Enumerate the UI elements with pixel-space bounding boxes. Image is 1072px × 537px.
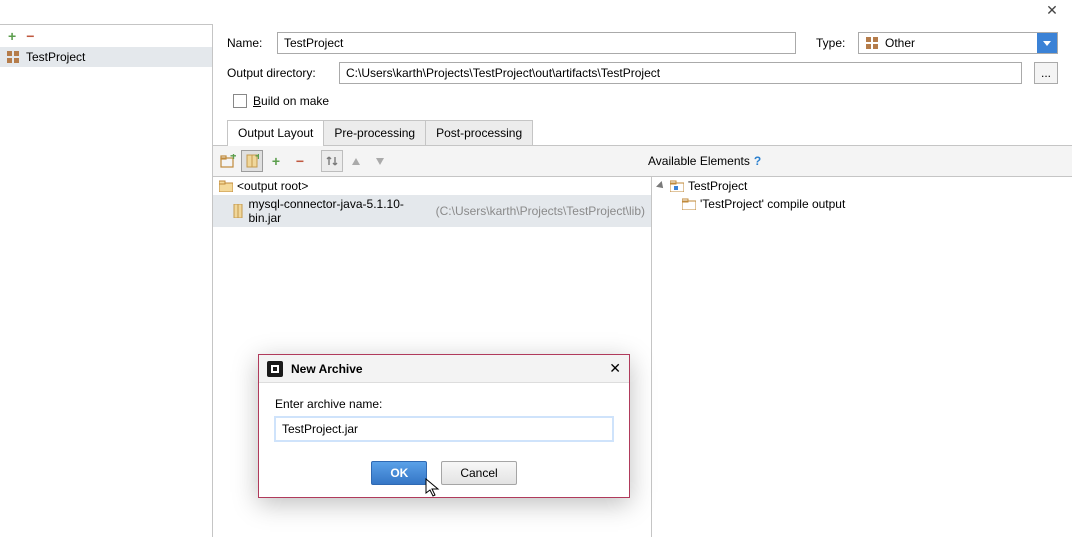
output-root-node[interactable]: <output root>	[213, 177, 651, 195]
type-value: Other	[885, 36, 915, 50]
tab-pre-processing[interactable]: Pre-processing	[323, 120, 425, 145]
plus-icon: +	[272, 153, 280, 169]
name-label: Name:	[227, 36, 269, 50]
remove-button[interactable]: −	[289, 150, 311, 172]
cancel-button[interactable]: Cancel	[441, 461, 516, 485]
jar-file-name: mysql-connector-java-5.1.10-bin.jar	[248, 197, 429, 225]
svg-text:+: +	[230, 154, 236, 163]
arrow-down-icon	[376, 158, 384, 165]
project-node[interactable]: TestProject	[652, 177, 1072, 195]
arrow-up-icon	[352, 158, 360, 165]
dialog-title-text: New Archive	[291, 362, 363, 376]
chevron-down-icon	[1043, 41, 1051, 46]
titlebar: ✕	[0, 0, 1072, 24]
jar-icon	[231, 204, 244, 218]
artifacts-sidebar: + − TestProject	[0, 24, 213, 537]
add-artifact-icon[interactable]: +	[8, 28, 16, 44]
tab-output-layout[interactable]: Output Layout	[227, 120, 323, 145]
output-tabs: Output Layout Pre-processing Post-proces…	[213, 120, 1072, 146]
archive-name-input[interactable]	[275, 417, 613, 441]
available-elements-tree[interactable]: TestProject 'TestProject' compile output	[652, 177, 1072, 537]
compile-output-label: 'TestProject' compile output	[700, 197, 845, 211]
output-directory-input[interactable]	[339, 62, 1022, 84]
folder-icon	[219, 180, 233, 192]
window-close-button[interactable]: ✕	[1032, 0, 1072, 20]
sort-button[interactable]	[321, 150, 343, 172]
name-input[interactable]	[277, 32, 796, 54]
module-icon	[670, 180, 684, 192]
browse-button[interactable]: ...	[1034, 62, 1058, 84]
output-root-label: <output root>	[237, 179, 308, 193]
output-jar-item[interactable]: mysql-connector-java-5.1.10-bin.jar (C:\…	[213, 195, 651, 227]
dialog-prompt: Enter archive name:	[275, 397, 613, 411]
move-up-button[interactable]	[345, 150, 367, 172]
dialog-app-icon	[267, 361, 283, 377]
compile-output-icon	[682, 198, 696, 210]
minus-icon: −	[296, 153, 304, 169]
artifact-type-icon	[865, 36, 879, 50]
new-archive-button[interactable]: +	[241, 150, 263, 172]
remove-artifact-icon[interactable]: −	[26, 28, 34, 44]
help-icon[interactable]: ?	[754, 154, 761, 168]
compile-output-item[interactable]: 'TestProject' compile output	[652, 195, 1072, 213]
tab-post-processing[interactable]: Post-processing	[425, 120, 533, 145]
project-node-label: TestProject	[688, 179, 747, 193]
archive-icon: +	[245, 154, 259, 168]
ellipsis-icon: ...	[1041, 66, 1051, 80]
output-directory-label: Output directory:	[227, 66, 331, 80]
sort-icon	[325, 154, 339, 168]
output-layout-toolbar: + + + −	[213, 146, 1072, 177]
build-on-make-label: BBuild on makeuild on make	[253, 94, 329, 108]
artifact-icon	[6, 50, 20, 64]
jar-file-path: (C:\Users\karth\Projects\TestProject\lib…	[436, 204, 645, 218]
dropdown-button[interactable]	[1037, 33, 1057, 53]
dialog-close-button[interactable]: ✕	[609, 360, 621, 377]
type-label: Type:	[816, 36, 850, 50]
svg-text:+: +	[255, 154, 259, 163]
new-archive-dialog: New Archive ✕ Enter archive name: OK Can…	[258, 354, 630, 498]
new-folder-button[interactable]: +	[217, 150, 239, 172]
move-down-button[interactable]	[369, 150, 391, 172]
add-copy-button[interactable]: +	[265, 150, 287, 172]
type-dropdown[interactable]: Other	[858, 32, 1058, 54]
build-on-make-checkbox[interactable]	[233, 94, 247, 108]
ok-button[interactable]: OK	[371, 461, 427, 485]
expand-triangle-icon[interactable]	[656, 181, 666, 191]
new-folder-icon: +	[220, 154, 236, 168]
sidebar-item-testproject[interactable]: TestProject	[0, 47, 212, 67]
available-elements-label: Available Elements	[648, 154, 750, 168]
sidebar-item-label: TestProject	[26, 50, 85, 64]
